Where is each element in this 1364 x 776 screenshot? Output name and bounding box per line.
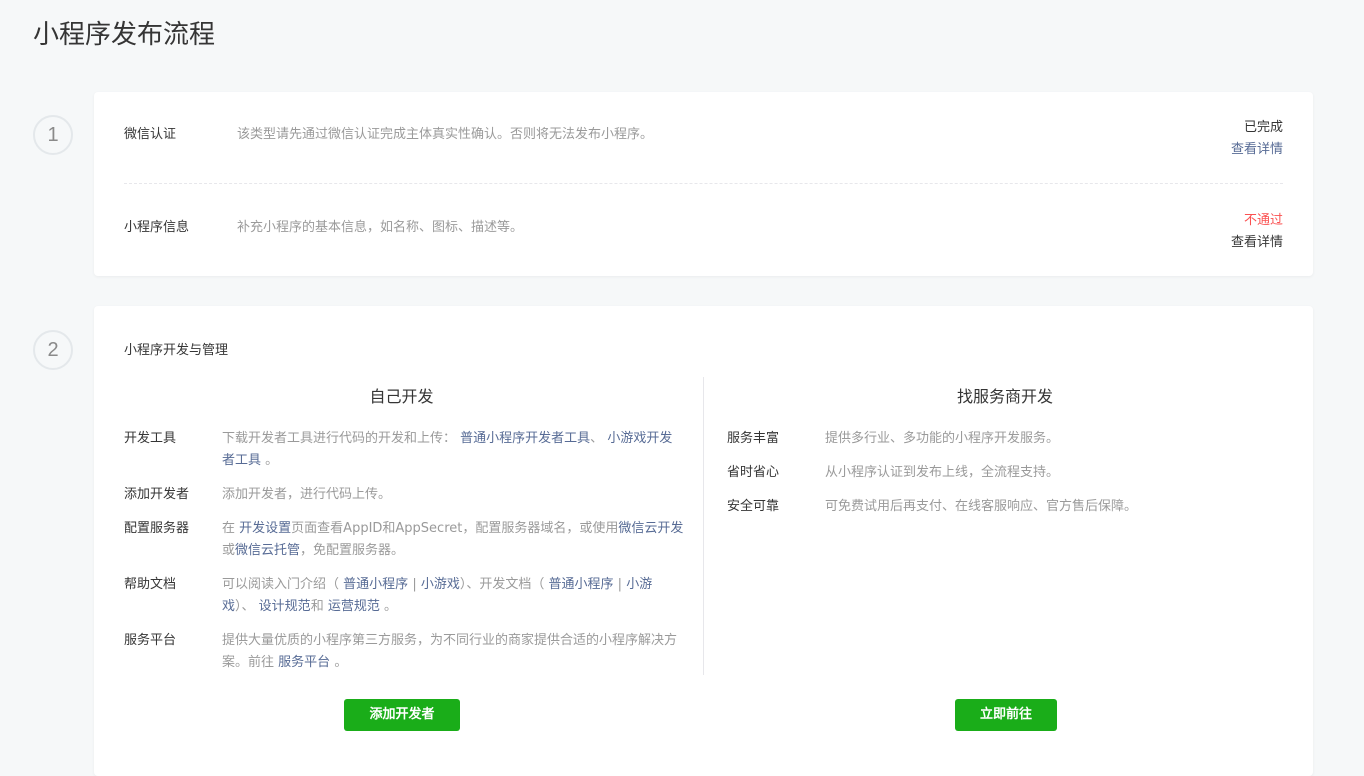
verification-card: 微信认证 该类型请先通过微信认证完成主体真实性确认。否则将无法发布小程序。 已完…: [94, 92, 1313, 276]
cloud-hosting-link[interactable]: 微信云托管: [235, 543, 300, 558]
item-description: 可免费试用后再支付、在线客服响应、官方售后保障。: [825, 499, 1138, 514]
desc-text: 和: [310, 599, 324, 614]
desc-text: 。: [384, 599, 398, 614]
item-rich-services: 服务丰富 提供多行业、多功能的小程序开发服务。: [727, 428, 1283, 450]
item-label: 服务平台: [124, 633, 177, 648]
self-develop-title: 自己开发: [369, 387, 434, 406]
section-title: 小程序开发与管理: [124, 343, 229, 358]
column-divider: [703, 377, 704, 675]
intro-standard-link[interactable]: 普通小程序: [343, 577, 408, 592]
status-completed: 已完成: [1243, 120, 1283, 135]
link-text: 小: [626, 577, 640, 592]
add-developer-button[interactable]: 添加开发者: [344, 699, 460, 731]
docs-standard-link[interactable]: 普通小程序: [549, 577, 614, 592]
separator: |: [617, 577, 623, 592]
go-now-button[interactable]: 立即前往: [955, 699, 1057, 731]
row-status: 已完成 查看详情: [1231, 117, 1283, 161]
item-label: 开发工具: [124, 431, 177, 446]
desc-text: 可以阅读入门介绍（: [222, 577, 340, 592]
item-service-platform: 服务平台 提供大量优质的小程序第三方服务，为不同行业的商家提供合适的小程序解决方…: [124, 630, 684, 674]
step-number-1: 1: [33, 115, 73, 155]
step-number-2: 2: [33, 330, 73, 370]
item-description: 提供多行业、多功能的小程序开发服务。: [825, 431, 1060, 446]
row-miniprogram-info: 小程序信息 补充小程序的基本信息，如名称、图标、描述等。 不通过 查看详情: [124, 213, 1283, 276]
cloud-dev-link[interactable]: 微信云开发: [618, 521, 683, 536]
view-details-link[interactable]: 查看详情: [1231, 139, 1283, 161]
service-provider-title: 找服务商开发: [956, 387, 1053, 406]
item-safe-reliable: 安全可靠 可免费试用后再支付、在线客服响应、官方售后保障。: [727, 496, 1283, 518]
item-label: 安全可靠: [727, 499, 780, 514]
desc-text: 、: [590, 431, 604, 446]
development-card: 小程序开发与管理 自己开发 找服务商开发 开发工具 下载开发者工具进行代码的开发…: [94, 306, 1313, 776]
item-help-docs: 帮助文档 可以阅读入门介绍（ 普通小程序 | 小游戏）、开发文档（ 普通小程序 …: [124, 574, 684, 618]
row-label: 小程序信息: [124, 220, 190, 235]
row-label: 微信认证: [124, 127, 177, 142]
row-status: 不通过 查看详情: [1231, 210, 1283, 254]
item-description: 在 开发设置页面查看AppID和AppSecret，配置服务器域名，或使用微信云…: [222, 518, 684, 562]
link-text: 小游戏: [607, 431, 647, 446]
desc-text: 提供大量优质的小程序第三方服务，为不同行业的商家提供合适的小程序: [222, 633, 639, 648]
separator: |: [412, 577, 417, 592]
standard-devtools-link[interactable]: 普通小程序开发者工具: [460, 431, 590, 446]
service-platform-link[interactable]: 服务平台: [278, 655, 330, 670]
intro-minigame-link[interactable]: 小游戏: [421, 577, 460, 592]
item-description: 从小程序认证到发布上线，全流程支持。: [825, 465, 1060, 480]
divider: [124, 183, 1283, 184]
item-time-saving: 省时省心 从小程序认证到发布上线，全流程支持。: [727, 462, 1283, 484]
desc-text: ）、开发文档（: [459, 577, 545, 592]
item-config-server: 配置服务器 在 开发设置页面查看AppID和AppSecret，配置服务器域名，…: [124, 518, 684, 562]
item-description: 可以阅读入门介绍（ 普通小程序 | 小游戏）、开发文档（ 普通小程序 | 小游戏…: [222, 574, 684, 618]
view-details-link[interactable]: 查看详情: [1231, 232, 1283, 254]
item-description: 下载开发者工具进行代码的开发和上传： 普通小程序开发者工具、 小游戏开发者工具 …: [222, 428, 684, 472]
desc-text: 页面查看AppID和AppSecret，配置服务器域名，或使用: [291, 521, 619, 536]
desc-text: 在: [222, 521, 236, 536]
desc-text: 下载开发者工具进行代码的开发和上传：: [222, 431, 457, 446]
link-text: 微信: [618, 521, 645, 536]
dev-settings-link[interactable]: 开发设置: [239, 521, 291, 536]
item-label: 省时省心: [727, 465, 780, 480]
desc-text: ，免配置服务器。: [300, 543, 405, 558]
desc-text: 。: [265, 453, 279, 468]
design-spec-link[interactable]: 设计规范: [259, 599, 311, 614]
item-label: 添加开发者: [124, 487, 190, 502]
operation-spec-link[interactable]: 运营规范: [328, 599, 380, 614]
desc-text: 或: [222, 543, 236, 558]
row-wechat-verification: 微信认证 该类型请先通过微信认证完成主体真实性确认。否则将无法发布小程序。 已完…: [124, 120, 1283, 183]
desc-text: 。: [334, 655, 348, 670]
link-text: 云开发: [644, 521, 684, 536]
item-description: 提供大量优质的小程序第三方服务，为不同行业的商家提供合适的小程序解决方案。前往 …: [222, 630, 684, 674]
item-label: 帮助文档: [124, 577, 177, 592]
item-description: 添加开发者，进行代码上传。: [222, 487, 392, 502]
page-title: 小程序发布流程: [33, 20, 216, 50]
item-label: 配置服务器: [124, 521, 190, 536]
status-failed: 不通过: [1243, 213, 1283, 228]
item-add-developer: 添加开发者 添加开发者，进行代码上传。: [124, 484, 684, 506]
row-description: 该类型请先通过微信认证完成主体真实性确认。否则将无法发布小程序。: [237, 127, 654, 142]
row-description: 补充小程序的基本信息，如名称、图标、描述等。: [237, 220, 524, 235]
item-label: 服务丰富: [727, 431, 780, 446]
desc-text: ）、: [235, 599, 255, 614]
item-dev-tools: 开发工具 下载开发者工具进行代码的开发和上传： 普通小程序开发者工具、 小游戏开…: [124, 428, 684, 472]
